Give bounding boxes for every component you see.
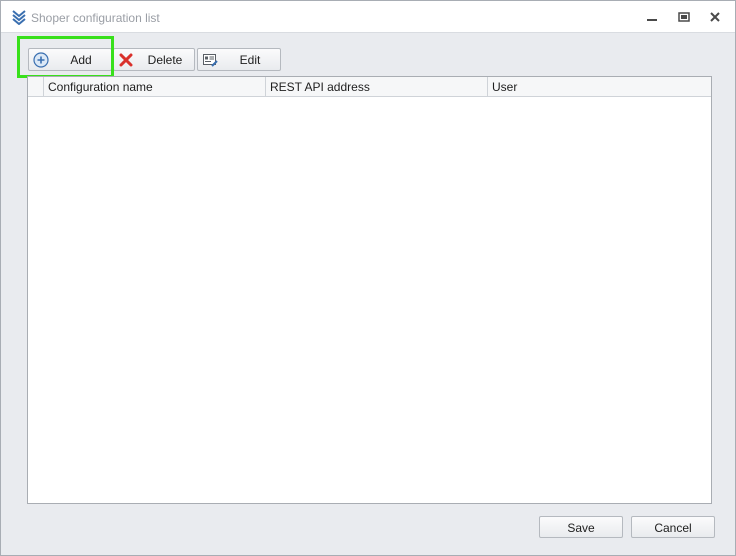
- edit-card-icon: [203, 54, 218, 67]
- delete-button-label: Delete: [147, 53, 183, 67]
- add-button-label: Add: [70, 53, 92, 67]
- close-icon[interactable]: [708, 10, 722, 24]
- save-button[interactable]: Save: [539, 516, 623, 538]
- edit-button-label: Edit: [239, 53, 261, 67]
- column-header-user[interactable]: User: [488, 77, 711, 96]
- app-chevrons-icon: [12, 10, 26, 25]
- configuration-list-window: Shoper configuration list Add Delete Edi…: [0, 0, 736, 556]
- configuration-grid[interactable]: Configuration name REST API address User: [27, 76, 712, 504]
- add-button[interactable]: Add: [28, 48, 112, 71]
- maximize-icon[interactable]: [677, 10, 691, 24]
- column-header-rest-api-address[interactable]: REST API address: [266, 77, 488, 96]
- delete-x-icon: [119, 53, 133, 67]
- window-title: Shoper configuration list: [31, 11, 160, 25]
- add-circle-icon: [33, 52, 49, 68]
- title-bar: Shoper configuration list: [1, 1, 735, 33]
- minimize-icon[interactable]: [645, 10, 659, 24]
- delete-button[interactable]: Delete: [113, 48, 195, 71]
- column-header-configuration-name[interactable]: Configuration name: [44, 77, 266, 96]
- edit-button[interactable]: Edit: [197, 48, 281, 71]
- grid-header: Configuration name REST API address User: [28, 77, 711, 97]
- row-indicator-header: [28, 77, 44, 96]
- cancel-button[interactable]: Cancel: [631, 516, 715, 538]
